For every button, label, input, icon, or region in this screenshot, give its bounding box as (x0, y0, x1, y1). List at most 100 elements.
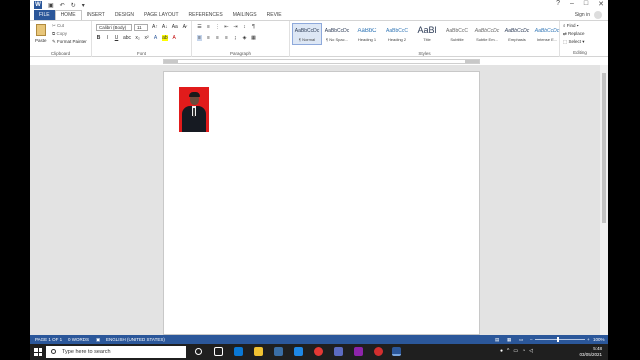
cortana-icon[interactable] (195, 348, 202, 355)
save-icon[interactable]: ▣ (48, 2, 54, 9)
redo-icon[interactable]: ↻ (71, 2, 76, 9)
scroll-thumb[interactable] (602, 73, 606, 223)
grow-font-icon[interactable]: A↑ (152, 24, 158, 30)
clock[interactable]: 5:48 03/05/2021 (579, 346, 602, 358)
read-mode-icon[interactable]: ▤ (495, 335, 499, 344)
paste-button[interactable]: Paste (35, 38, 47, 43)
volume-icon[interactable]: ◁ (529, 348, 533, 354)
copy-button[interactable]: ⧉ Copy (52, 31, 67, 36)
align-left-icon[interactable]: ≡ (197, 35, 202, 41)
tab-references[interactable]: REFERENCES (184, 10, 228, 20)
clear-format-icon[interactable]: A̷ (182, 24, 187, 30)
numbering-icon[interactable]: ≡ (206, 24, 211, 30)
print-layout-icon[interactable]: ▦ (507, 335, 511, 344)
format-painter-button[interactable]: ✎ Format Painter (52, 39, 87, 45)
justify-icon[interactable]: ≡ (224, 35, 229, 41)
record-icon[interactable] (374, 347, 383, 356)
underline-icon[interactable]: U (114, 35, 119, 41)
sign-in-link[interactable]: Sign in (575, 10, 590, 20)
minimize-button[interactable]: – (570, 0, 574, 8)
tab-insert[interactable]: INSERT (82, 10, 110, 20)
file-explorer-icon[interactable] (254, 347, 263, 356)
line-spacing-icon[interactable]: ↨ (233, 35, 238, 41)
style-no-spacing[interactable]: AaBbCcDc ¶ No Spac... (322, 23, 352, 45)
undo-icon[interactable]: ↶ (60, 2, 65, 9)
center-icon[interactable]: ≡ (206, 35, 211, 41)
font-name-dropdown[interactable]: Calibri (Body) (96, 24, 132, 31)
paste-icon[interactable] (36, 24, 46, 36)
avatar-icon[interactable] (594, 11, 602, 19)
proofing-icon[interactable]: ▣ (96, 335, 100, 344)
style-normal[interactable]: AaBbCcDc ¶ Normal (292, 23, 322, 45)
bullets-icon[interactable]: ☰ (197, 24, 202, 30)
zoom-in-icon[interactable]: + (587, 335, 590, 344)
task-view-icon[interactable] (214, 347, 223, 356)
replace-button[interactable]: ⇄ Replace (563, 31, 585, 37)
passport-photo[interactable] (179, 87, 209, 132)
edge-icon[interactable] (234, 347, 243, 356)
borders-icon[interactable]: ▦ (251, 35, 256, 41)
increase-indent-icon[interactable]: ⇥ (233, 24, 238, 30)
mail-icon[interactable] (294, 347, 303, 356)
zoom-slider[interactable] (535, 337, 585, 342)
store-icon[interactable] (274, 347, 283, 356)
word-taskbar-icon[interactable] (392, 347, 401, 356)
style-subtle-emphasis[interactable]: AaBbCcDc Subtle Em... (472, 23, 502, 45)
shrink-font-icon[interactable]: A↓ (162, 24, 168, 30)
opera-icon[interactable] (314, 347, 323, 356)
subscript-icon[interactable]: x₂ (135, 35, 140, 41)
tab-home[interactable]: HOME (54, 10, 82, 20)
style-subtitle[interactable]: AaBbCcC Subtitle (442, 23, 472, 45)
decrease-indent-icon[interactable]: ⇤ (224, 24, 229, 30)
select-button[interactable]: ⬚ Select ▾ (563, 39, 585, 45)
document-page[interactable] (163, 71, 480, 335)
page-count[interactable]: PAGE 1 OF 1 (35, 335, 62, 344)
tab-page-layout[interactable]: PAGE LAYOUT (139, 10, 184, 20)
help-button[interactable]: ? (556, 0, 560, 8)
horizontal-ruler[interactable] (30, 57, 608, 65)
customize-icon[interactable]: ▾ (82, 2, 85, 9)
media-icon[interactable] (354, 347, 363, 356)
text-effects-icon[interactable]: A (153, 35, 158, 41)
taskbar-search-input[interactable]: Type here to search (46, 346, 186, 358)
font-size-dropdown[interactable]: 11 (134, 24, 148, 31)
find-button[interactable]: ⌕ Find ▾ (563, 23, 579, 28)
tab-review[interactable]: REVIE (262, 10, 287, 20)
app-icon[interactable] (334, 347, 343, 356)
windows-start-icon[interactable] (34, 348, 42, 356)
zoom-out-icon[interactable]: – (530, 335, 533, 344)
highlight-icon[interactable]: ab (162, 35, 168, 41)
style-heading-1[interactable]: AaBbC Heading 1 (352, 23, 382, 45)
change-case-icon[interactable]: Aa (172, 24, 178, 30)
word-count[interactable]: 0 WORDS (68, 335, 89, 344)
tray-chevron-icon[interactable]: ^ (507, 348, 509, 354)
maximize-button[interactable]: □ (584, 0, 588, 8)
style-intense-emphasis[interactable]: AaBbCcDc Intense E... (532, 23, 562, 45)
zoom-knob[interactable] (557, 337, 559, 342)
strikethrough-icon[interactable]: abc (123, 35, 131, 41)
style-heading-2[interactable]: AaBbCcC Heading 2 (382, 23, 412, 45)
shading-icon[interactable]: ◈ (242, 35, 247, 41)
italic-icon[interactable]: I (105, 35, 110, 41)
close-button[interactable]: ✕ (598, 0, 604, 8)
show-marks-icon[interactable]: ¶ (251, 24, 256, 30)
battery-icon[interactable]: ▭ (513, 348, 518, 354)
ruler-bar[interactable] (163, 59, 480, 64)
multilevel-list-icon[interactable]: ⋮ (215, 24, 220, 30)
zoom-level[interactable]: 100% (593, 335, 605, 344)
sort-icon[interactable]: ↕ (242, 24, 247, 30)
bold-icon[interactable]: B (96, 35, 101, 41)
tab-mailings[interactable]: MAILINGS (228, 10, 262, 20)
cut-button[interactable]: ✂ Cut (52, 23, 64, 29)
align-right-icon[interactable]: ≡ (215, 35, 220, 41)
tab-design[interactable]: DESIGN (110, 10, 139, 20)
font-color-icon[interactable]: A (172, 35, 177, 41)
language-indicator[interactable]: ENGLISH (UNITED STATES) (106, 335, 165, 344)
superscript-icon[interactable]: x² (144, 35, 149, 41)
web-layout-icon[interactable]: ▭ (519, 335, 523, 344)
style-emphasis[interactable]: AaBbCcDc Emphasis (502, 23, 532, 45)
vertical-scrollbar[interactable] (600, 65, 608, 335)
network-icon[interactable]: ◔ (522, 348, 525, 354)
tray-app-icon[interactable]: ● (500, 348, 503, 354)
tab-file[interactable]: FILE (34, 10, 55, 20)
